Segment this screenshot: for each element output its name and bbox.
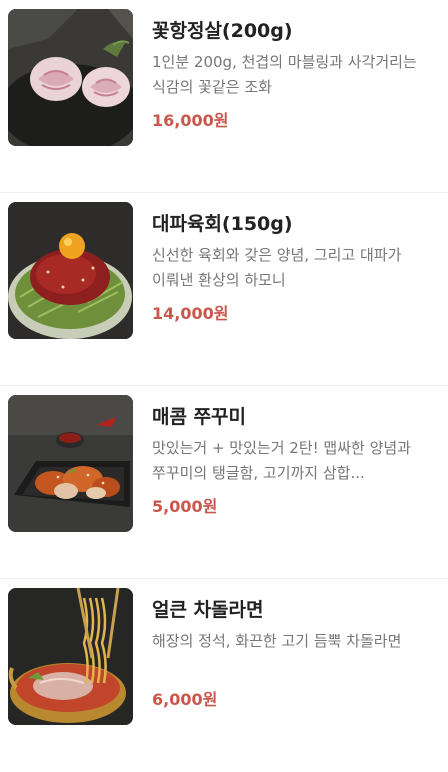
menu-item-price: 5,000원 [152,497,218,516]
beef-tartare-egg-photo-icon [8,202,133,339]
brisket-ramen-pot-photo-icon [8,588,133,725]
menu-item-image[interactable] [8,588,133,725]
menu-item-price: 16,000원 [152,111,229,130]
menu-item-image[interactable] [8,9,133,146]
menu-item-spicy-octopus[interactable]: 매콤 쭈꾸미 맛있는거 + 맛있는거 2탄! 맵싸한 양념과 쭈꾸미의 탱글함,… [0,386,448,579]
menu-item-name: 얼큰 차돌라면 [152,599,264,621]
menu-item-price: 6,000원 [152,690,218,709]
menu-item-brisket-ramen[interactable]: 얼큰 차돌라면 해장의 정석, 화끈한 고기 듬뿍 차돌라면 6,000원 [0,579,448,772]
menu-item-image[interactable] [8,202,133,339]
menu-item-name: 꽃항정살(200g) [152,20,293,42]
menu-item-description: 맛있는거 + 맛있는거 2탄! 맵싸한 양념과 쭈꾸미의 탱글함, 고기까지 삼… [152,439,411,482]
menu-item-text: 얼큰 차돌라면 해장의 정석, 화끈한 고기 듬뿍 차돌라면 6,000원 [152,597,442,711]
menu-list: 꽃항정살(200g) 1인분 200g, 천겹의 마블링과 사각거리는 식감의 … [0,0,448,728]
menu-item-image[interactable] [8,395,133,532]
menu-item-text: 대파육회(150g) 신선한 육회와 갖은 양념, 그리고 대파가 이뤄낸 환상… [152,211,442,325]
menu-item-text: 매콤 쭈꾸미 맛있는거 + 맛있는거 2탄! 맵싸한 양념과 쭈꾸미의 탱글함,… [152,404,442,518]
menu-item-price: 14,000원 [152,304,229,323]
pork-jowl-rolls-photo-icon [8,9,133,146]
menu-item-text: 꽃항정살(200g) 1인분 200g, 천겹의 마블링과 사각거리는 식감의 … [152,18,442,132]
spicy-webfoot-octopus-photo-icon [8,395,133,532]
menu-item-pork-jowl[interactable]: 꽃항정살(200g) 1인분 200g, 천겹의 마블링과 사각거리는 식감의 … [0,0,448,193]
menu-item-description: 1인분 200g, 천겹의 마블링과 사각거리는 식감의 꽃같은 조화 [152,53,417,96]
menu-item-name: 대파육회(150g) [152,213,293,235]
menu-item-description: 해장의 정석, 화끈한 고기 듬뿍 차돌라면 [152,632,402,650]
menu-item-name: 매콤 쭈꾸미 [152,406,247,428]
menu-item-description: 신선한 육회와 갖은 양념, 그리고 대파가 이뤄낸 환상의 하모니 [152,246,402,289]
menu-item-beef-tartare[interactable]: 대파육회(150g) 신선한 육회와 갖은 양념, 그리고 대파가 이뤄낸 환상… [0,193,448,386]
